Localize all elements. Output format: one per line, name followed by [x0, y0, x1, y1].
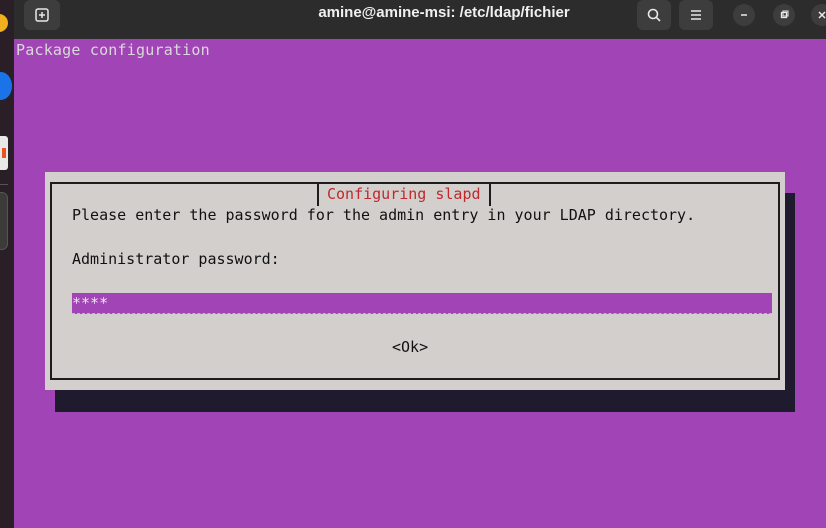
dock-separator: [0, 184, 8, 185]
search-icon: [647, 8, 661, 22]
ok-button[interactable]: <Ok>: [392, 338, 428, 356]
close-icon: [818, 11, 826, 19]
dock-software-icon[interactable]: [0, 136, 8, 170]
window-title: amine@amine-msi: /etc/ldap/fichier: [318, 4, 570, 21]
dialog-frame: Configuring slapd Please enter the passw…: [50, 182, 780, 380]
maximize-button[interactable]: [773, 4, 795, 26]
dock-app-icon[interactable]: [0, 14, 8, 32]
terminal-area[interactable]: Package configuration Configuring slapd …: [14, 39, 826, 528]
dialog-prompt: Please enter the password for the admin …: [72, 206, 696, 224]
new-tab-icon: [35, 8, 49, 22]
maximize-icon: [780, 10, 789, 19]
new-tab-button[interactable]: [24, 0, 60, 30]
password-label: Administrator password:: [72, 250, 280, 268]
minimize-button[interactable]: [733, 4, 755, 26]
dock-firefox-icon[interactable]: [0, 72, 12, 100]
title-bar: amine@amine-msi: /etc/ldap/fichier: [14, 0, 826, 39]
minimize-icon: [741, 14, 747, 16]
close-button[interactable]: [811, 4, 826, 26]
hamburger-menu-icon: [691, 10, 701, 20]
menu-button[interactable]: [679, 0, 713, 30]
dialog-title: Configuring slapd: [317, 184, 491, 206]
dock-terminal-icon[interactable]: [0, 192, 8, 250]
slapd-config-dialog: Configuring slapd Please enter the passw…: [45, 172, 785, 390]
dock: [0, 0, 14, 528]
password-input[interactable]: ****: [72, 293, 772, 314]
package-configuration-header: Package configuration: [16, 41, 210, 59]
search-button[interactable]: [637, 0, 671, 30]
